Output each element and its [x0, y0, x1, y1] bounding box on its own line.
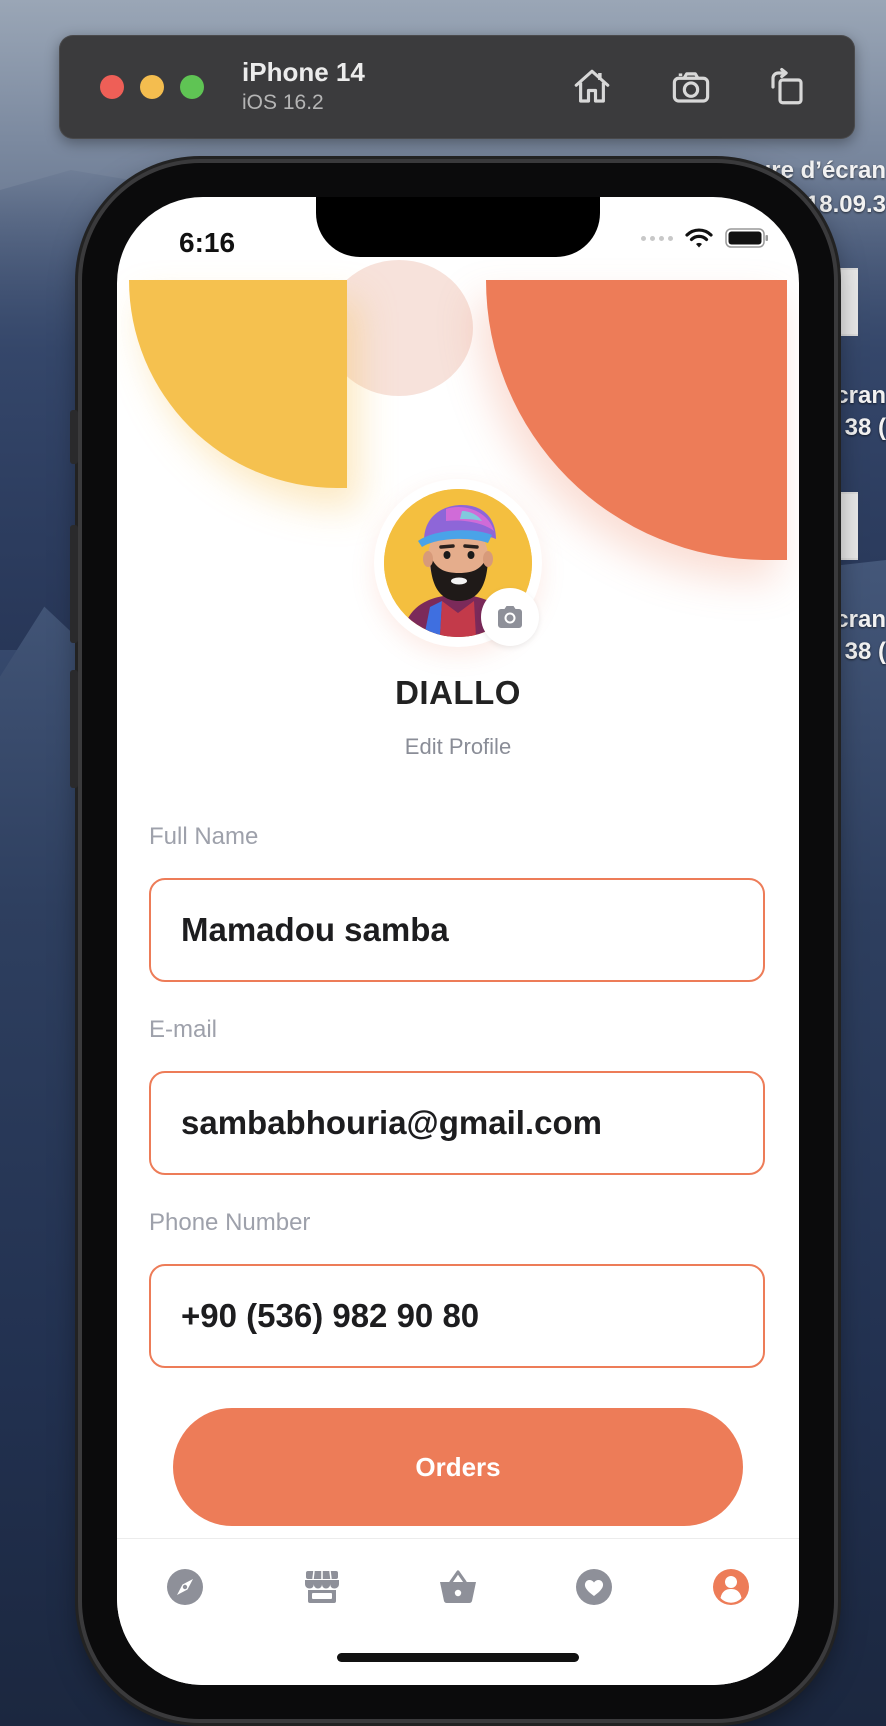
basket-icon [440, 1570, 476, 1604]
avatar-container[interactable] [374, 479, 542, 647]
rotate-icon [771, 67, 803, 105]
device-name: iPhone 14 [242, 57, 365, 87]
tab-favorites[interactable] [570, 1563, 618, 1611]
email-label: E-mail [149, 1016, 218, 1043]
phone-screen: 6:16 DIALLO Edit Profile Full Name Mamad… [117, 197, 799, 1685]
home-button[interactable] [568, 63, 616, 111]
decor-shape-orange [486, 280, 787, 560]
battery-icon [725, 228, 768, 248]
tab-profile[interactable] [707, 1563, 755, 1611]
tab-explore[interactable] [161, 1563, 209, 1611]
zoom-window-button[interactable] [180, 75, 204, 99]
full-name-label: Full Name [149, 823, 259, 850]
desktop-file-label[interactable]: cran [835, 604, 886, 636]
decor-circle-pink [325, 260, 473, 396]
notch [316, 197, 600, 257]
home-icon [574, 69, 610, 103]
full-name-field[interactable] [149, 878, 765, 982]
email-field[interactable] [149, 1071, 765, 1175]
camera-icon [498, 606, 522, 628]
phone-number-input[interactable] [151, 1266, 763, 1366]
edit-profile-link[interactable]: Edit Profile [117, 734, 799, 760]
heart-icon [576, 1569, 612, 1605]
phone-number-label: Phone Number [149, 1209, 311, 1236]
wifi-icon [685, 228, 713, 248]
camera-icon [672, 72, 710, 103]
volume-down-button[interactable] [70, 670, 78, 788]
home-indicator[interactable] [337, 1653, 579, 1662]
tab-basket[interactable] [434, 1563, 482, 1611]
full-name-input[interactable] [151, 880, 763, 980]
mute-switch[interactable] [70, 410, 78, 464]
signal-dots-icon [641, 235, 673, 241]
decor-shape-yellow [129, 280, 347, 488]
user-icon [713, 1569, 749, 1605]
tab-store[interactable] [298, 1563, 346, 1611]
status-icons [641, 227, 769, 249]
desktop-file-thumbnail[interactable] [834, 268, 858, 336]
email-input[interactable] [151, 1073, 763, 1173]
tab-bar [117, 1538, 799, 1685]
compass-icon [167, 1569, 203, 1605]
store-icon [305, 1570, 339, 1603]
close-window-button[interactable] [100, 75, 124, 99]
desktop-file-label[interactable]: 38 ( [845, 412, 886, 444]
screenshot-button[interactable] [667, 63, 715, 111]
os-version: iOS 16.2 [242, 91, 324, 114]
change-photo-button[interactable] [481, 588, 539, 646]
volume-up-button[interactable] [70, 525, 78, 643]
simulator-title-bar: iPhone 14 iOS 16.2 [59, 35, 855, 139]
phone-number-field[interactable] [149, 1264, 765, 1368]
desktop-file-thumbnail[interactable] [834, 492, 858, 560]
desktop-file-label[interactable]: 18.09.3 [806, 189, 886, 221]
status-time: 6:16 [179, 227, 236, 258]
minimize-window-button[interactable] [140, 75, 164, 99]
rotate-button[interactable] [763, 63, 811, 111]
profile-name: DIALLO [395, 674, 521, 711]
orders-button[interactable]: Orders [173, 1408, 743, 1526]
desktop-file-label[interactable]: 38 ( [845, 636, 886, 668]
